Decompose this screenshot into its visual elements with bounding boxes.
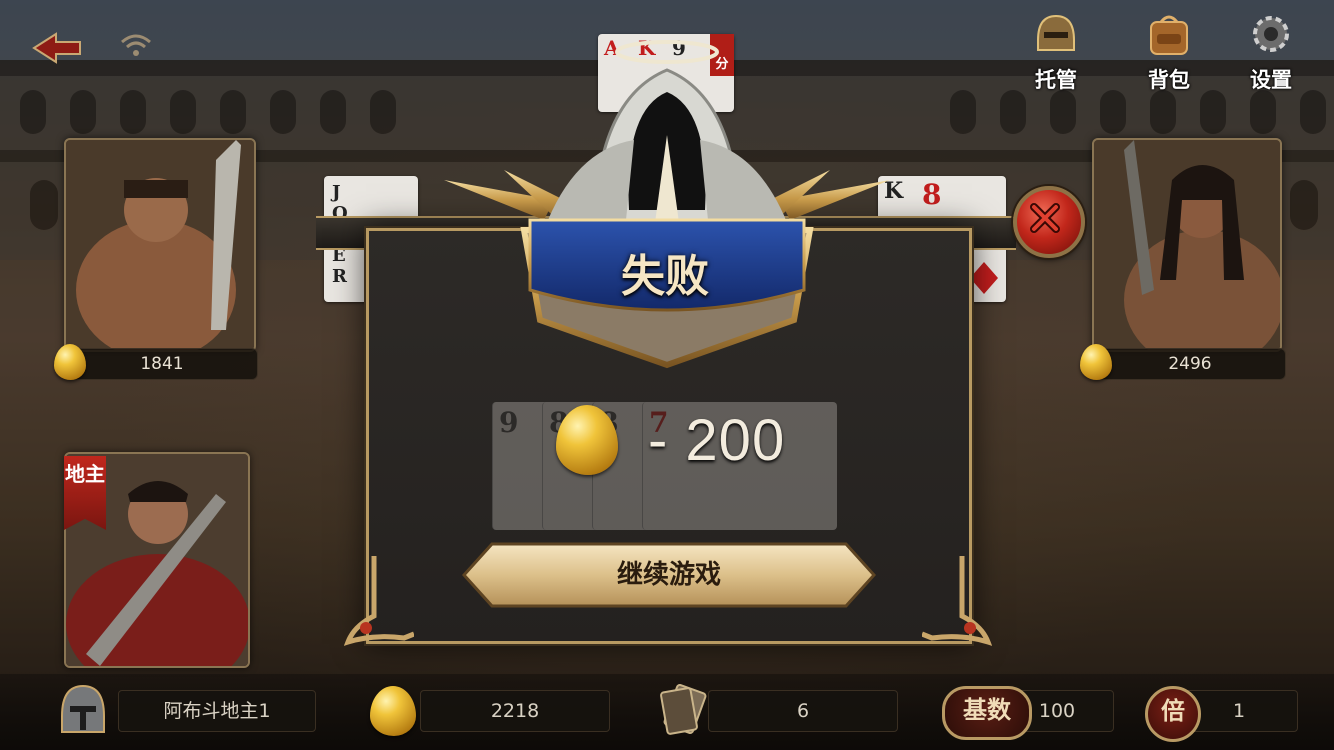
result-amount: - 200: [648, 407, 786, 473]
auto-play-label: 托管: [1035, 68, 1077, 92]
close-button[interactable]: [1013, 186, 1085, 258]
player-coins: 2218: [420, 690, 610, 732]
gear-icon: [1253, 16, 1289, 52]
helmet-icon: [1037, 14, 1075, 51]
continue-game-button[interactable]: 继续游戏: [461, 542, 877, 608]
backpack-label: 背包: [1148, 68, 1190, 92]
opponent-left-portrait: [64, 138, 256, 352]
ornament-left-icon: [344, 556, 414, 646]
opponent-right-portrait: [1092, 138, 1282, 352]
defeat-emblem: [444, 40, 890, 369]
continue-game-label: 继续游戏: [616, 560, 721, 590]
back-arrow-icon[interactable]: [30, 28, 86, 68]
bean-icon: [54, 344, 86, 380]
settings-button[interactable]: 设置: [1238, 10, 1304, 92]
result-title: 失败: [621, 251, 709, 302]
player-name: 阿布斗地主1: [118, 690, 316, 732]
gladiator-left-image: [66, 140, 254, 350]
auto-play-button[interactable]: 托管: [1023, 10, 1089, 92]
base-badge: 基数: [942, 686, 1032, 740]
cards-left-icon: [660, 684, 707, 735]
gladiator-right-image: [1094, 140, 1280, 350]
opponent-left-coins: 1841: [66, 348, 258, 380]
multiplier-badge: 倍: [1145, 686, 1201, 742]
helmet-avatar-icon: [61, 684, 105, 733]
diamond-suit-icon: [970, 262, 998, 294]
bean-icon: [556, 405, 618, 475]
cards-left-count: 6: [708, 690, 898, 732]
wifi-icon: [121, 34, 151, 56]
opponent-right-coins: 2496: [1094, 348, 1286, 380]
settings-label: 设置: [1250, 68, 1292, 92]
backpack-button[interactable]: 背包: [1136, 10, 1202, 92]
result-amount-row: - 200: [556, 402, 785, 478]
backpack-icon: [1150, 15, 1188, 55]
close-icon: [1030, 203, 1060, 233]
ornament-right-icon: [922, 556, 992, 646]
bean-icon: [1080, 344, 1112, 380]
